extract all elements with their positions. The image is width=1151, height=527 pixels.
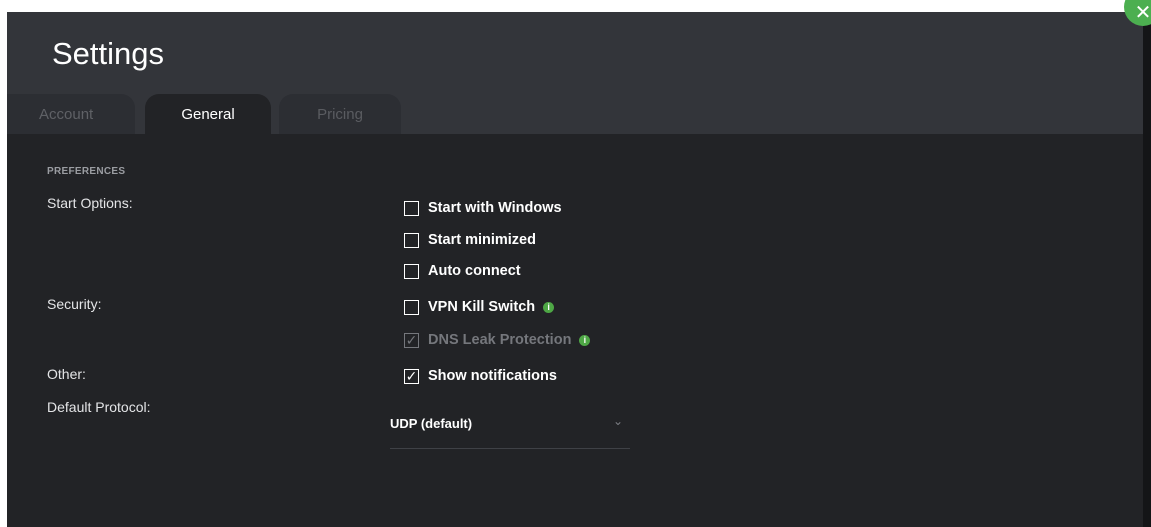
tab-account[interactable]: Account	[7, 94, 135, 134]
start-options-label: Start Options:	[47, 195, 133, 211]
start-with-windows-checkbox[interactable]: Start with Windows	[404, 198, 562, 218]
show-notifications-label: Show notifications	[428, 368, 557, 384]
checkbox-box[interactable]	[404, 200, 419, 216]
info-icon[interactable]: i	[579, 334, 591, 346]
dns-leak-protection-label: DNS Leak Protection	[428, 332, 572, 348]
default-protocol-label: Default Protocol:	[47, 399, 151, 415]
checkbox-box[interactable]	[404, 232, 419, 248]
dns-leak-protection-checkbox: ✓ DNS Leak Protection i	[404, 330, 591, 350]
auto-connect-label: Auto connect	[428, 263, 521, 279]
security-label: Security:	[47, 296, 102, 312]
checkbox-box[interactable]	[404, 299, 419, 315]
preferences-section-title: PREFERENCES	[47, 166, 126, 177]
page-title: Settings	[52, 36, 165, 71]
check-icon[interactable]: ✓	[404, 368, 419, 384]
other-label: Other:	[47, 366, 86, 382]
tab-general[interactable]: General	[145, 94, 271, 134]
start-minimized-label: Start minimized	[428, 232, 536, 248]
auto-connect-checkbox[interactable]: Auto connect	[404, 261, 521, 281]
start-with-windows-label: Start with Windows	[428, 200, 562, 216]
settings-header: Settings Account Pricing General	[7, 12, 1143, 134]
start-minimized-checkbox[interactable]: Start minimized	[404, 230, 536, 250]
info-icon[interactable]: i	[543, 301, 555, 313]
tab-pricing[interactable]: Pricing	[279, 94, 401, 134]
protocol-dropdown[interactable]: UDP (default) ⌄	[390, 404, 630, 449]
check-icon: ✓	[404, 332, 419, 348]
checkbox-box[interactable]	[404, 263, 419, 279]
vpn-kill-switch-checkbox[interactable]: VPN Kill Switch i	[404, 297, 555, 317]
protocol-selected-value: UDP (default)	[390, 416, 473, 431]
settings-window: Settings Account Pricing General PREFERE…	[7, 12, 1143, 527]
chevron-down-icon: ⌄	[613, 414, 624, 428]
window-edge	[1143, 12, 1151, 527]
vpn-kill-switch-label: VPN Kill Switch	[428, 299, 536, 315]
show-notifications-checkbox[interactable]: ✓ Show notifications	[404, 366, 557, 386]
